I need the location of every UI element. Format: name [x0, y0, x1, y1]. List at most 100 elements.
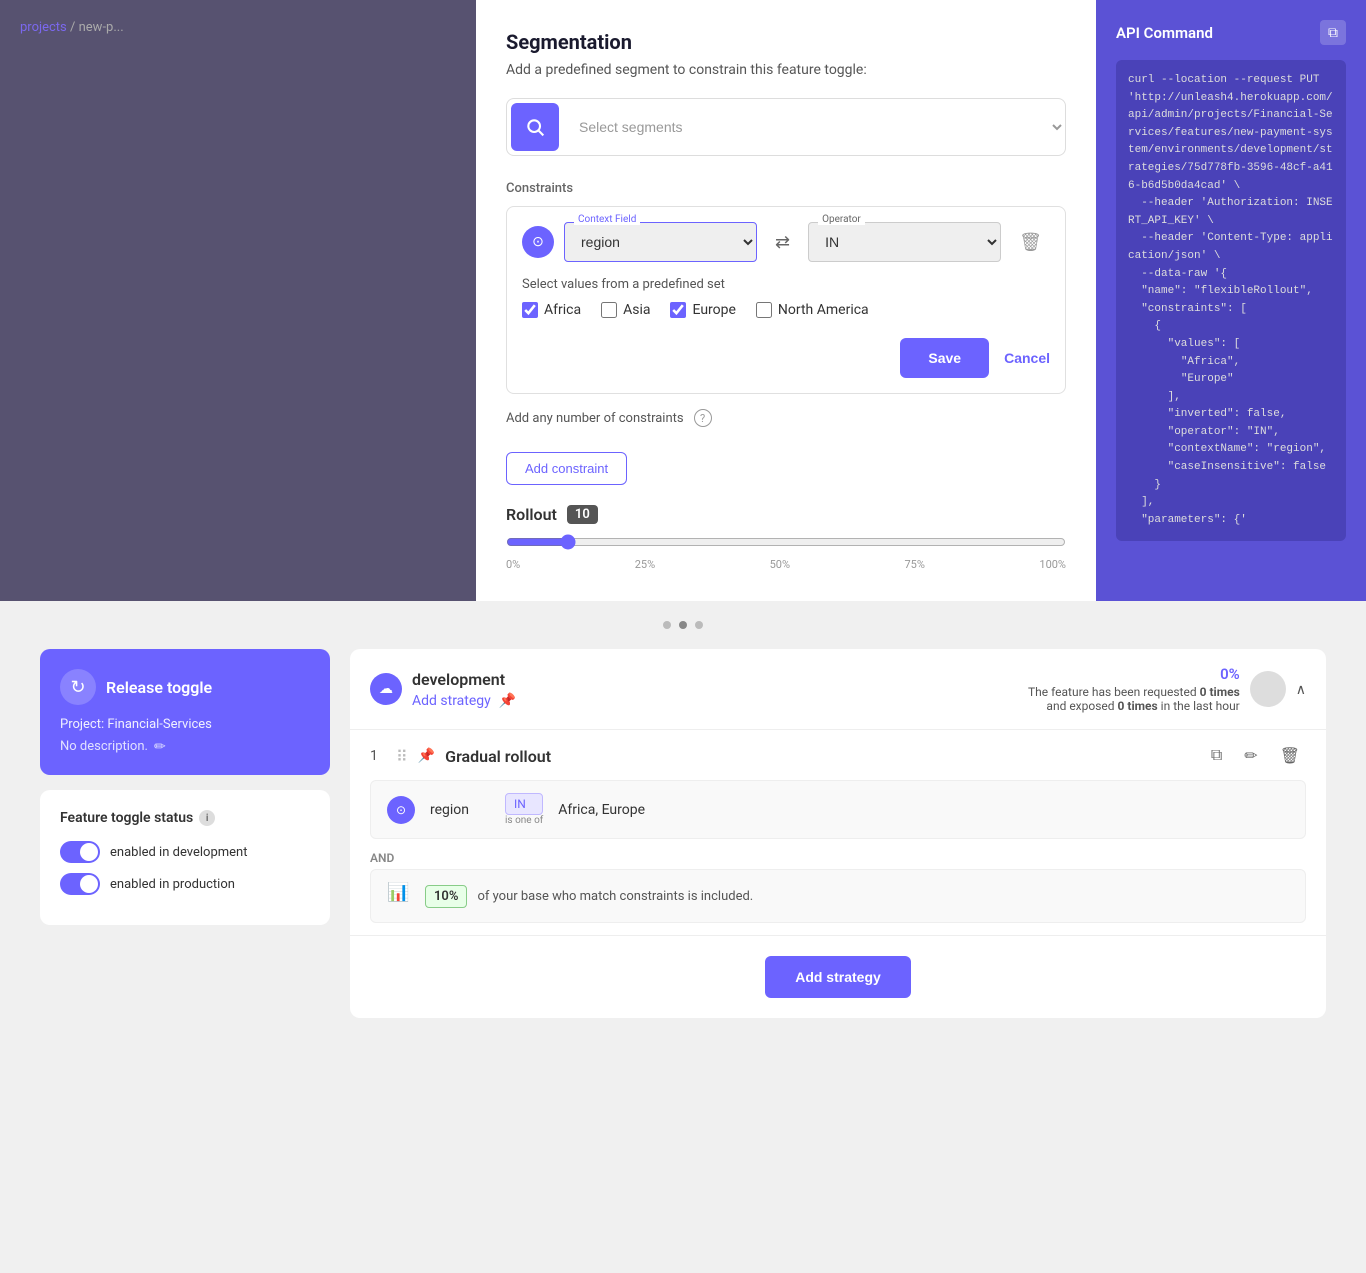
toggle-prod-row: enabled in production	[60, 873, 310, 895]
strategy-actions: ⧉ ✏ 🗑	[1205, 742, 1306, 770]
checkbox-asia-input[interactable]	[601, 302, 617, 318]
add-strategy-link[interactable]: Add strategy	[412, 693, 491, 709]
rollout-slider[interactable]	[506, 534, 1066, 550]
segment-select-wrapper: Select segments	[506, 98, 1066, 156]
constraint-op-wrapper: IN is one of	[505, 793, 543, 826]
dot-1[interactable]	[663, 621, 671, 629]
segmentation-dialog: Segmentation Add a predefined segment to…	[476, 0, 1096, 601]
strategy-num: 1	[370, 748, 386, 764]
add-strategy-bottom: Add strategy	[350, 936, 1326, 1018]
add-constraint-text: Add any number of constraints	[506, 411, 684, 426]
invert-button[interactable]: ⇄	[767, 224, 798, 261]
toggle-status-card: Feature toggle status i enabled in devel…	[40, 790, 330, 925]
rollout-label: Rollout	[506, 505, 557, 524]
slider-wrapper: 0% 25% 50% 75% 100%	[506, 534, 1066, 571]
env-stats-line3: in the last hour	[1161, 699, 1240, 713]
add-constraint-button[interactable]: Add constraint	[506, 452, 627, 485]
toggle-status-title: Feature toggle status i	[60, 810, 310, 826]
delete-constraint-button[interactable]: 🗑	[1011, 224, 1050, 261]
api-panel-title: API Command	[1116, 24, 1213, 42]
constraints-label: Constraints	[506, 181, 1066, 196]
release-desc-text: No description.	[60, 739, 148, 754]
slider-label-0: 0%	[506, 558, 520, 571]
strategy-pin-icon: 📌	[418, 748, 435, 764]
breadcrumb-projects[interactable]: projects	[20, 20, 67, 35]
constraint-type-icon: ⊙	[522, 226, 554, 258]
collapse-env-button[interactable]: ∧	[1296, 681, 1306, 698]
strategy-edit-button[interactable]: ✏	[1238, 742, 1263, 770]
env-name: development	[412, 670, 1028, 689]
bottom-section: ↻ Release toggle Project: Financial-Serv…	[0, 601, 1366, 1273]
and-separator: AND	[370, 847, 1306, 869]
add-strategy-button[interactable]: Add strategy	[765, 956, 911, 998]
checkbox-africa-input[interactable]	[522, 302, 538, 318]
checkbox-asia-label: Asia	[623, 302, 650, 318]
pin-icon: 📌	[499, 693, 516, 709]
operator-select[interactable]: IN	[808, 222, 1001, 262]
constraint-box: ⊙ Context Field region ⇄ Operator IN	[506, 206, 1066, 394]
strategy-delete-button[interactable]: 🗑	[1274, 742, 1306, 770]
rollout-detail-row: 📊 10% of your base who match constraints…	[370, 869, 1306, 923]
checkbox-europe-input[interactable]	[670, 302, 686, 318]
api-panel-header: API Command ⧉	[1116, 20, 1346, 45]
constraint-op-sub: is one of	[505, 815, 543, 826]
help-icon[interactable]: ?	[694, 409, 712, 427]
toggle-prod-switch[interactable]	[60, 873, 100, 895]
checkbox-group: Africa Asia Europe North America	[522, 302, 1050, 318]
rollout-label-row: Rollout 10	[506, 505, 1066, 524]
checkbox-north-america-label: North America	[778, 302, 869, 318]
checkbox-europe[interactable]: Europe	[670, 302, 735, 318]
context-field-label: Context Field	[574, 214, 640, 225]
bottom-content: ↻ Release toggle Project: Financial-Serv…	[40, 649, 1326, 1018]
edit-description-button[interactable]: ✏	[154, 738, 166, 755]
api-code-block: curl --location --request PUT 'http://un…	[1116, 60, 1346, 541]
toggle-status-info-icon[interactable]: i	[199, 810, 215, 826]
strategy-row: 1 ⠿ 📌 Gradual rollout ⧉ ✏ 🗑 ⊙ region IN	[350, 730, 1326, 936]
rollout-detail-text: of your base who match constraints is in…	[477, 889, 753, 904]
constraint-actions: Save Cancel	[522, 338, 1050, 378]
env-stats: 0% The feature has been requested 0 time…	[1028, 665, 1240, 713]
dot-2[interactable]	[679, 621, 687, 629]
release-toggle-icon: ↻	[60, 669, 96, 705]
context-field-wrapper: Context Field region	[564, 222, 757, 262]
strategy-copy-button[interactable]: ⧉	[1205, 742, 1228, 770]
rollout-value: 10	[567, 505, 598, 524]
release-desc: No description. ✏	[60, 738, 310, 755]
dialog-title: Segmentation	[506, 30, 1066, 54]
slider-label-50: 50%	[770, 558, 790, 571]
toggle-status-label: Feature toggle status	[60, 810, 193, 826]
checkbox-asia[interactable]: Asia	[601, 302, 650, 318]
cancel-button[interactable]: Cancel	[1004, 338, 1050, 378]
env-header: ☁ development Add strategy 📌 0% The feat…	[350, 649, 1326, 730]
strategy-header: 1 ⠿ 📌 Gradual rollout ⧉ ✏ 🗑	[370, 742, 1306, 770]
predefined-label: Select values from a predefined set	[522, 277, 1050, 292]
env-exposed-bold: 0 times	[1118, 699, 1158, 713]
rollout-pct-badge: 10%	[425, 885, 467, 908]
dots-nav	[40, 621, 1326, 629]
save-button[interactable]: Save	[900, 338, 989, 378]
checkbox-africa[interactable]: Africa	[522, 302, 581, 318]
release-title: Release toggle	[106, 678, 212, 697]
checkbox-north-america[interactable]: North America	[756, 302, 869, 318]
constraint-op-badge: IN	[505, 793, 543, 815]
toggle-dev-switch[interactable]	[60, 841, 100, 863]
toggle-prod-label: enabled in production	[110, 877, 235, 892]
api-copy-button[interactable]: ⧉	[1320, 20, 1346, 45]
operator-wrapper: Operator IN	[808, 222, 1001, 262]
segment-search-icon-btn[interactable]	[511, 103, 559, 151]
dialog-subtitle: Add a predefined segment to constrain th…	[506, 62, 1066, 78]
dot-3[interactable]	[695, 621, 703, 629]
env-header-right: 0% The feature has been requested 0 time…	[1028, 665, 1306, 713]
constraint-detail-row: ⊙ region IN is one of Africa, Europe	[370, 780, 1306, 839]
strategy-name: Gradual rollout	[445, 747, 1195, 766]
main-content: ☁ development Add strategy 📌 0% The feat…	[350, 649, 1326, 1018]
segment-select-dropdown[interactable]: Select segments	[563, 118, 1065, 136]
context-field-select[interactable]: region	[564, 222, 757, 262]
constraint-field-icon: ⊙	[387, 796, 415, 824]
sidebar-card: ↻ Release toggle Project: Financial-Serv…	[40, 649, 330, 1018]
drag-icon[interactable]: ⠿	[396, 747, 408, 766]
checkbox-europe-label: Europe	[692, 302, 735, 318]
toggle-dev-row: enabled in development	[60, 841, 310, 863]
checkbox-north-america-input[interactable]	[756, 302, 772, 318]
env-stats-line1: The feature has been requested	[1028, 685, 1197, 699]
